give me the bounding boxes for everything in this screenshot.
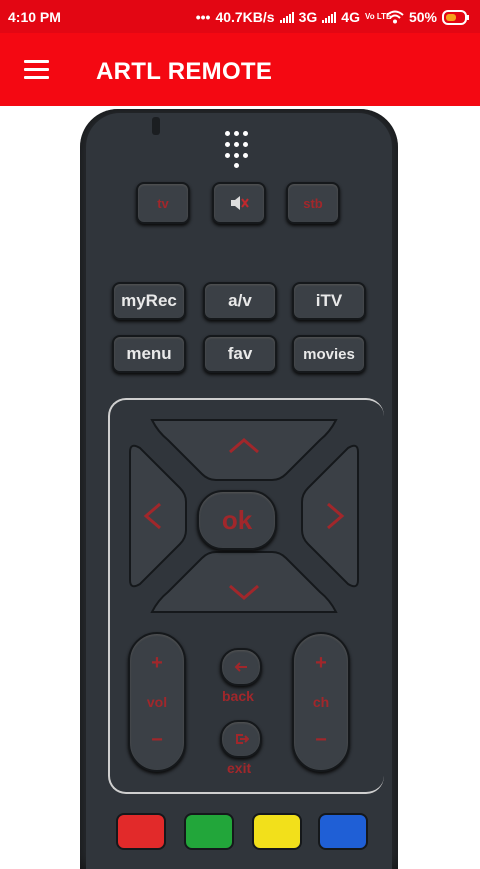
channel-down-icon[interactable]: − bbox=[315, 729, 327, 752]
status-bar: 4:10 PM ••• 40.7KB/s 3G 4G Vo LTE 50% bbox=[0, 0, 480, 33]
volte-badge: Vo LTE bbox=[364, 12, 392, 21]
channel-rocker[interactable]: + ch − bbox=[292, 632, 350, 772]
ok-button[interactable]: ok bbox=[197, 490, 277, 550]
back-arrow-icon bbox=[234, 662, 247, 672]
network-type-2: 4G bbox=[341, 9, 360, 25]
ok-label: ok bbox=[221, 504, 253, 535]
myrec-button[interactable]: myRec bbox=[112, 282, 186, 320]
back-button[interactable] bbox=[220, 648, 262, 686]
channel-label: ch bbox=[312, 694, 330, 710]
itv-button[interactable]: iTV bbox=[292, 282, 366, 320]
network-type-1: 3G bbox=[298, 9, 318, 25]
fav-button[interactable]: fav bbox=[203, 335, 277, 373]
av-button[interactable]: a/v bbox=[203, 282, 277, 320]
exit-label: exit bbox=[227, 760, 252, 776]
dpad-up-button[interactable] bbox=[150, 419, 338, 481]
numpad-icon[interactable] bbox=[225, 131, 253, 171]
status-time: 4:10 PM bbox=[8, 9, 61, 25]
channel-up-icon[interactable]: + bbox=[315, 652, 327, 675]
battery-percent: 50% bbox=[408, 9, 437, 25]
movies-button[interactable]: movies bbox=[292, 335, 366, 373]
back-label: back bbox=[222, 688, 254, 704]
volume-down-icon[interactable]: − bbox=[151, 729, 163, 752]
ir-sensor bbox=[152, 117, 160, 135]
volume-rocker[interactable]: + vol − bbox=[128, 632, 186, 772]
dpad-left-button[interactable] bbox=[129, 444, 187, 588]
green-button[interactable] bbox=[184, 813, 234, 850]
exit-button[interactable] bbox=[220, 720, 262, 758]
network-speed: 40.7KB/s bbox=[215, 9, 275, 25]
status-icons: ••• 40.7KB/s 3G 4G Vo LTE 50% bbox=[196, 9, 470, 25]
signal-icon bbox=[279, 11, 294, 23]
exit-icon bbox=[236, 734, 249, 744]
menu-button[interactable]: menu bbox=[112, 335, 186, 373]
app-title: ARTL REMOTE bbox=[96, 58, 273, 85]
dpad-right-button[interactable] bbox=[301, 444, 359, 588]
menu-icon[interactable] bbox=[24, 60, 49, 79]
battery-icon bbox=[442, 9, 469, 25]
tv-button[interactable]: tv bbox=[136, 182, 190, 224]
stb-button[interactable]: stb bbox=[286, 182, 340, 224]
volume-up-icon[interactable]: + bbox=[151, 652, 163, 675]
mute-button[interactable] bbox=[212, 182, 266, 224]
blue-button[interactable] bbox=[318, 813, 368, 850]
yellow-button[interactable] bbox=[252, 813, 302, 850]
more-dots-icon: ••• bbox=[195, 9, 211, 25]
mute-icon bbox=[231, 196, 249, 210]
red-button[interactable] bbox=[116, 813, 166, 850]
app-bar: ARTL REMOTE bbox=[0, 33, 480, 106]
dpad-down-button[interactable] bbox=[150, 551, 338, 613]
wifi-icon bbox=[386, 10, 404, 24]
volume-label: vol bbox=[146, 694, 168, 710]
signal-icon bbox=[322, 11, 337, 23]
